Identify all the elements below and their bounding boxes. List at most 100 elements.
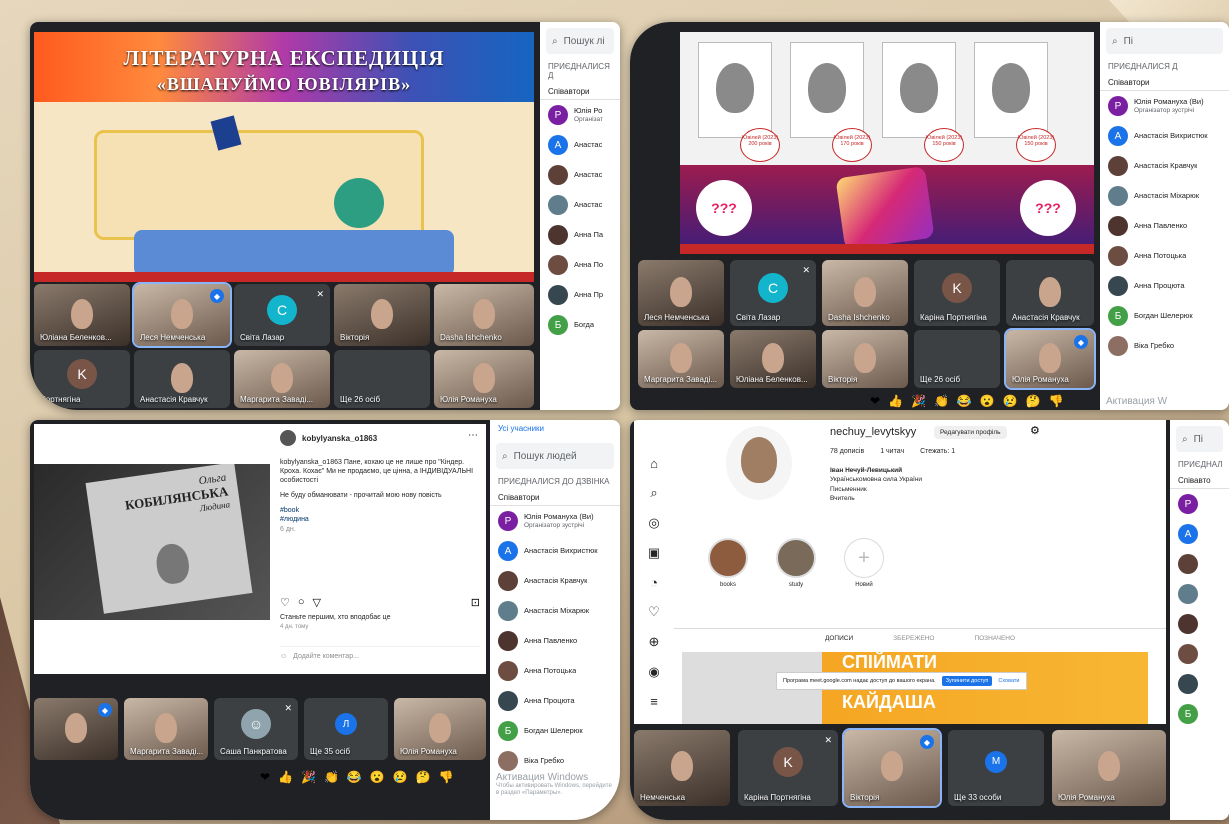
participant-row[interactable]: P Юлія Романуха (Ви) Організатор зустрічі [1100,91,1229,121]
heart-icon[interactable]: ❤ [870,394,880,408]
followers-count[interactable]: 1 читач [880,448,904,455]
search-input[interactable]: ⌕ Пі [1106,28,1223,54]
video-tile[interactable]: Юліана Беленков... [34,284,130,346]
participant-row[interactable]: Анастасія Кравчук [490,566,620,596]
participant-row[interactable]: Анна Процюта [1100,271,1229,301]
party-icon[interactable]: 🎉 [911,394,926,408]
clap-icon[interactable]: 👏 [934,394,949,408]
clap-icon[interactable]: 👏 [324,770,339,784]
sad-icon[interactable]: 😢 [1003,394,1018,408]
participant-row[interactable]: Анастас [540,160,620,190]
video-tile[interactable]: ☺ ✕ Саша Панкратова [214,698,298,760]
participant-row[interactable]: Б Богда [540,310,620,340]
thumbs-up-icon[interactable]: 👍 [278,770,293,784]
video-tile[interactable]: Юлія Романуха [1052,730,1166,806]
tab-posts[interactable]: ДОПИСИ [825,635,853,642]
participant-row[interactable]: Анастасія Кравчук [1100,151,1229,181]
tab-saved[interactable]: ЗБЕРЕЖЕНО [893,635,934,642]
new-highlight-button[interactable]: + Новий [842,538,886,588]
video-tile[interactable]: M Ще 33 особи [948,730,1044,806]
comment-input[interactable]: ☺ Додайте коментар... [280,646,480,660]
laugh-icon[interactable]: 😂 [347,770,362,784]
thinking-icon[interactable]: 🤔 [416,770,431,784]
participant-row[interactable]: Анна Потоцька [490,656,620,686]
profile-icon[interactable]: ◉ [648,664,659,680]
participant-row[interactable]: Б Богдан Шелерюк [490,716,620,746]
participant-row[interactable] [1170,579,1229,609]
create-icon[interactable]: ⊕ [649,634,660,650]
participant-row[interactable]: Анна Потоцька [1100,241,1229,271]
search-input[interactable]: ⌕ Пі [1176,426,1223,452]
video-tile[interactable]: K Портнягіна [34,350,130,408]
participant-row[interactable]: Б [1170,699,1229,729]
video-tile[interactable]: Немченська [634,730,730,806]
reels-icon[interactable]: ▣ [648,545,660,561]
all-participants-tab[interactable]: Усі учасники [490,420,620,437]
video-tile[interactable]: Юлія Романуха [434,350,534,408]
video-tile[interactable]: Анастасія Кравчук [134,350,230,408]
video-tile[interactable]: Юлія Романуха [394,698,486,760]
participant-row[interactable]: P Юлія Романуха (Ви) Організатор зустрічі [490,506,620,536]
video-tile[interactable]: Л Ще 35 осіб [304,698,388,760]
video-tile[interactable]: K ✕ Каріна Портнягіна [738,730,838,806]
video-tile[interactable]: C ✕ Світа Лазар [730,260,816,326]
video-tile[interactable]: Маргарита Заваді... [638,330,724,388]
surprised-icon[interactable]: 😮 [370,770,385,784]
search-icon[interactable]: ⌕ [650,485,657,501]
tab-coauthors[interactable]: Співавтори [1100,75,1229,91]
tab-tagged[interactable]: ПОЗНАЧЕНО [974,635,1015,642]
video-tile[interactable]: Анастасія Кравчук [1006,260,1094,326]
video-tile[interactable]: ◆ Леся Немченська [132,282,232,348]
video-tile[interactable]: ◆ Юлія Романуха [1004,328,1096,390]
participant-row[interactable]: A Анастас [540,130,620,160]
home-icon[interactable]: ⌂ [650,456,658,471]
surprised-icon[interactable]: 😮 [980,394,995,408]
video-tile[interactable]: Dasha Ishchenko [822,260,908,326]
participant-row[interactable]: Анастасія Міхарюк [490,596,620,626]
emoji-icon[interactable]: ☺ [280,653,287,660]
settings-icon[interactable]: ⚙ [1030,424,1040,437]
participant-row[interactable]: Анна Павленко [1100,211,1229,241]
video-tile[interactable]: Леся Немченська [638,260,724,326]
thinking-icon[interactable]: 🤔 [1026,394,1041,408]
thumbs-down-icon[interactable]: 👎 [1049,394,1064,408]
video-tile[interactable]: K Каріна Портнягіна [914,260,1000,326]
participant-row[interactable]: A Анастасія Вихристюк [1100,121,1229,151]
search-input[interactable]: ⌕ Пошук людей [496,443,614,469]
share-icon[interactable]: ▽ [313,596,321,609]
video-tile[interactable]: Маргарита Заваді... [124,698,208,760]
post-header[interactable]: kobylyanska_o1863 [280,430,377,446]
laugh-icon[interactable]: 😂 [957,394,972,408]
messages-icon[interactable]: ◔ [650,575,658,590]
slide-controls-bar[interactable] [34,272,534,282]
reactions-bar[interactable]: ❤ 👍 🎉 👏 😂 😮 😢 🤔 👎 [870,394,1064,408]
following-count[interactable]: Стежать: 1 [920,448,955,455]
tab-coauthors[interactable]: Співавтори [490,490,620,506]
video-tile[interactable]: ◆ Вікторія [842,728,942,808]
menu-icon[interactable]: ≡ [650,694,658,709]
like-icon[interactable]: ♡ [280,596,290,609]
story-highlight[interactable]: books [706,538,750,588]
party-icon[interactable]: 🎉 [301,770,316,784]
participant-row[interactable] [1170,639,1229,669]
participant-row[interactable]: P Юлія Ро Організат [540,100,620,130]
participant-row[interactable]: Анна Павленко [490,626,620,656]
video-tile[interactable]: Вікторія [334,284,430,346]
explore-icon[interactable]: ◎ [648,515,659,531]
stop-sharing-button[interactable]: Зупинити доступ [941,676,993,686]
thumbs-down-icon[interactable]: 👎 [439,770,454,784]
participant-row[interactable]: Анна Процюта [490,686,620,716]
participant-row[interactable]: Анна Па [540,220,620,250]
participant-row[interactable]: P [1170,489,1229,519]
participant-row[interactable]: Анастасія Міхарюк [1100,181,1229,211]
video-tile[interactable]: ◆ [34,698,118,760]
bookmark-icon[interactable]: ⊡ [471,596,480,609]
participant-row[interactable]: A [1170,519,1229,549]
participant-row[interactable] [1170,669,1229,699]
notifications-icon[interactable]: ♡ [648,604,660,620]
slide-controls-bar[interactable] [680,244,1094,254]
sad-icon[interactable]: 😢 [393,770,408,784]
story-highlight[interactable]: study [774,538,818,588]
participant-row[interactable] [1170,549,1229,579]
participant-row[interactable]: A Анастасія Вихристюк [490,536,620,566]
